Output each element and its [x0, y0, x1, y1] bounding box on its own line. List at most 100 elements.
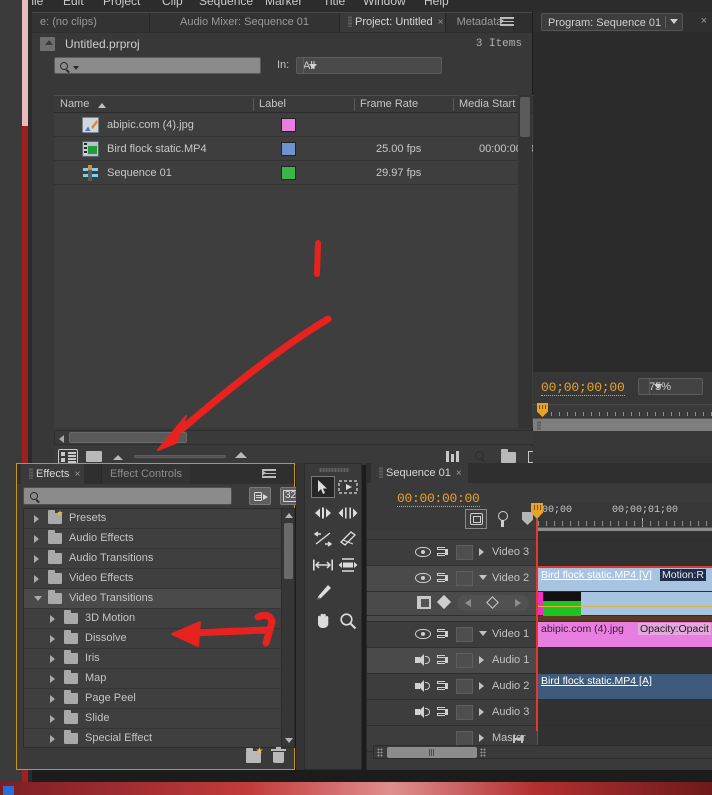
clip-bird-flock-video[interactable]: Bird flock static.MP4 [V] Motion:R — [538, 566, 712, 591]
project-horizontal-scrollbar[interactable] — [54, 430, 548, 445]
column-header-name[interactable]: Name — [60, 98, 89, 110]
menu-item-edit[interactable]: Edit — [63, 0, 84, 8]
program-timecode[interactable]: 00;00;00;00 — [541, 380, 625, 396]
automate-to-sequence-icon[interactable] — [446, 450, 462, 462]
scrollbar-grip-icon[interactable] — [537, 421, 541, 430]
effects-panel-tabbar[interactable]: Effects × Effect Controls — [17, 464, 294, 484]
icon-view-icon[interactable] — [86, 451, 102, 462]
tree-item-presets[interactable]: Presets — [24, 509, 294, 529]
find-icon[interactable] — [475, 451, 484, 460]
small-thumbnail-icon[interactable] — [113, 455, 123, 460]
column-header-label[interactable]: Label — [259, 98, 286, 110]
scrollbar-grip-right-icon[interactable] — [480, 748, 486, 757]
chevron-right-icon[interactable] — [34, 535, 39, 543]
track-header[interactable]: Video 2 — [367, 566, 537, 591]
chevron-down-icon[interactable] — [303, 58, 321, 73]
track-toggle-box[interactable] — [456, 731, 473, 746]
close-icon[interactable]: × — [701, 15, 707, 27]
label-color-swatch[interactable] — [281, 166, 296, 180]
filter-select[interactable]: All — [296, 57, 442, 74]
search-input[interactable] — [54, 57, 261, 74]
track-video-2-expanded-row[interactable] — [367, 592, 712, 616]
clip-effect-badge[interactable]: Motion:R — [660, 569, 707, 581]
program-transport-bar[interactable] — [533, 431, 712, 464]
speaker-icon[interactable] — [415, 705, 431, 719]
show-keyframes-icon[interactable] — [436, 594, 452, 610]
speaker-icon[interactable] — [415, 653, 431, 667]
close-icon[interactable]: × — [456, 468, 462, 479]
label-color-swatch[interactable] — [281, 142, 296, 156]
tab-effect-controls[interactable]: Effect Controls — [101, 464, 190, 484]
tab-gripper-icon[interactable] — [29, 468, 33, 479]
chevron-right-icon[interactable] — [479, 548, 484, 556]
track-header[interactable]: Video 1 — [367, 622, 537, 647]
lock-icon[interactable] — [436, 545, 450, 559]
chevron-right-icon[interactable] — [34, 515, 39, 523]
track-header[interactable]: Audio 3 — [367, 700, 537, 725]
new-bin-icon[interactable] — [501, 449, 516, 463]
track-lane[interactable] — [537, 540, 712, 565]
track-header[interactable]: Audio 1 — [367, 648, 537, 673]
tab-program-sequence-01[interactable]: Program: Sequence 01 — [541, 13, 684, 31]
chevron-down-icon[interactable] — [479, 631, 487, 636]
parent-bin-icon[interactable] — [40, 37, 55, 51]
table-row[interactable]: abipic.com (4).jpg — [54, 113, 548, 137]
chevron-down-icon[interactable] — [73, 66, 79, 70]
tree-item-3d-motion[interactable]: 3D Motion — [24, 609, 294, 629]
track-lane[interactable]: abipic.com (4).jpg Opacity:Opacit — [537, 622, 712, 647]
ripple-edit-tool[interactable] — [311, 502, 335, 524]
tree-item-map[interactable]: Map — [24, 669, 294, 689]
eye-icon[interactable] — [415, 572, 431, 584]
snap-toggle-icon[interactable] — [465, 509, 487, 529]
panel-gripper-icon[interactable] — [319, 468, 349, 472]
tree-item-audio-transitions[interactable]: Audio Transitions — [24, 549, 294, 569]
chevron-right-icon[interactable] — [50, 735, 55, 743]
effects-footer-toolbar[interactable] — [23, 747, 295, 768]
razor-tool[interactable] — [336, 528, 360, 550]
clip-body-video-2[interactable] — [537, 592, 712, 616]
program-zoom-select[interactable]: 75% — [638, 378, 703, 395]
program-monitor-tabbar[interactable]: Program: Sequence 01 × — [533, 12, 712, 32]
menu-item-sequence[interactable]: Sequence — [199, 0, 253, 8]
chevron-right-icon[interactable] — [479, 682, 484, 690]
track-toggle-box[interactable] — [456, 571, 473, 586]
tab-source-no-clips[interactable]: e: (no clips) — [32, 13, 150, 32]
menu-item-clip[interactable]: Clip — [162, 0, 183, 8]
chevron-right-icon[interactable] — [479, 734, 484, 742]
pen-tool[interactable] — [311, 582, 335, 604]
column-header-media-start[interactable]: Media Start — [459, 98, 515, 110]
selection-tool[interactable] — [311, 476, 335, 498]
effects-vertical-scrollbar[interactable] — [281, 509, 294, 747]
scrollbar-thumb[interactable] — [69, 432, 187, 443]
timeline-ruler[interactable]: 00;00 00;00;01;00 — [537, 503, 712, 538]
scrollbar-thumb[interactable] — [387, 747, 477, 758]
scroll-left-icon[interactable] — [59, 435, 64, 443]
timeline-horizontal-scrollbar[interactable] — [373, 745, 712, 759]
scrollbar-thumb[interactable] — [520, 97, 530, 137]
track-lane[interactable] — [537, 648, 712, 673]
output-meter-icon[interactable] — [513, 735, 523, 743]
track-video-2[interactable]: Video 2 Bird flock static.MP4 [V] Motion… — [367, 566, 712, 592]
track-audio-3[interactable]: Audio 3 — [367, 700, 712, 726]
program-zoom-scrollbar[interactable] — [533, 418, 712, 431]
track-audio-1[interactable]: Audio 1 — [367, 648, 712, 674]
tab-gripper-icon[interactable] — [379, 467, 383, 478]
rolling-edit-tool[interactable] — [336, 502, 360, 524]
tab-gripper-icon[interactable] — [348, 16, 352, 27]
keyframe-navigator[interactable] — [457, 595, 529, 611]
effects-search-input[interactable] — [23, 487, 232, 505]
track-video-1[interactable]: Video 1 abipic.com (4).jpg Opacity:Opaci… — [367, 622, 712, 648]
tree-item-dissolve[interactable]: Dissolve — [24, 629, 294, 649]
track-header[interactable]: Video 3 — [367, 540, 537, 565]
track-toggle-box[interactable] — [456, 545, 473, 560]
track-toggle-box[interactable] — [456, 679, 473, 694]
zoom-tool[interactable] — [336, 610, 360, 632]
tree-item-video-transitions[interactable]: Video Transitions — [24, 589, 294, 609]
lock-icon[interactable] — [436, 571, 450, 585]
track-toggle-box[interactable] — [456, 653, 473, 668]
tab-audio-mixer[interactable]: Audio Mixer: Sequence 01 — [150, 13, 340, 32]
lock-icon[interactable] — [436, 705, 450, 719]
menu-item-window[interactable]: Window — [363, 0, 406, 8]
scroll-down-icon[interactable] — [285, 738, 293, 743]
chevron-right-icon[interactable] — [50, 715, 55, 723]
